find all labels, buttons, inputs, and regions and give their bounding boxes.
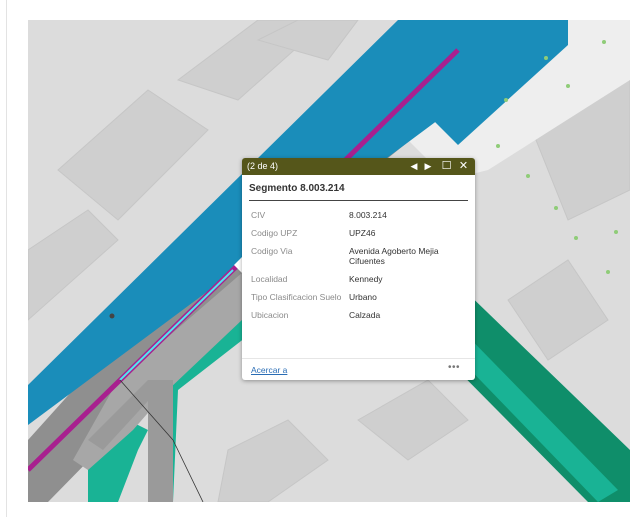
point-marker [109,313,115,319]
attribute-key: Codigo UPZ [251,228,298,238]
attribute-key: Tipo Clasificacion Suelo [251,292,342,302]
attribute-key: Ubicacion [251,310,289,320]
cross-street [148,380,173,502]
attribute-key: Codigo Via [251,246,293,256]
feature-counter: (2 de 4) [247,161,279,171]
attribute-value: Avenida Agoberto Mejia Cifuentes [349,246,439,266]
popup-footer: Acercar a ••• [242,358,475,380]
page-left-rule [6,0,7,517]
close-icon[interactable]: ✕ [457,160,470,173]
attribute-row: CIV 8.003.214 [249,206,469,224]
attribute-value: Kennedy [349,274,383,284]
attribute-row: Codigo Via Avenida Agoberto Mejia Cifuen… [249,242,469,270]
popup-header: (2 de 4) ◀ ▶ ☐ ✕ [242,158,475,175]
attribute-row: Ubicacion Calzada [249,306,469,324]
maximize-icon[interactable]: ☐ [440,160,453,173]
attribute-table: CIV 8.003.214 Codigo UPZ UPZ46 Codigo Vi… [249,206,469,324]
next-icon[interactable]: ▶ [422,160,434,173]
popup-title: Segmento 8.003.214 [249,183,345,194]
attribute-key: Localidad [251,274,288,284]
previous-icon[interactable]: ◀ [408,160,420,173]
attribute-value: Urbano [349,292,377,302]
zoom-to-link[interactable]: Acercar a [251,365,287,375]
feature-popup: (2 de 4) ◀ ▶ ☐ ✕ Segmento 8.003.214 CIV … [242,158,475,380]
attribute-value: 8.003.214 [349,210,387,220]
attribute-value: UPZ46 [349,228,376,238]
attribute-row: Tipo Clasificacion Suelo Urbano [249,288,469,306]
attribute-value: Calzada [349,310,381,320]
title-divider [249,200,468,201]
attribute-row: Codigo UPZ UPZ46 [249,224,469,242]
attribute-row: Localidad Kennedy [249,270,469,288]
attribute-key: CIV [251,210,266,220]
more-options-button[interactable]: ••• [448,362,460,373]
